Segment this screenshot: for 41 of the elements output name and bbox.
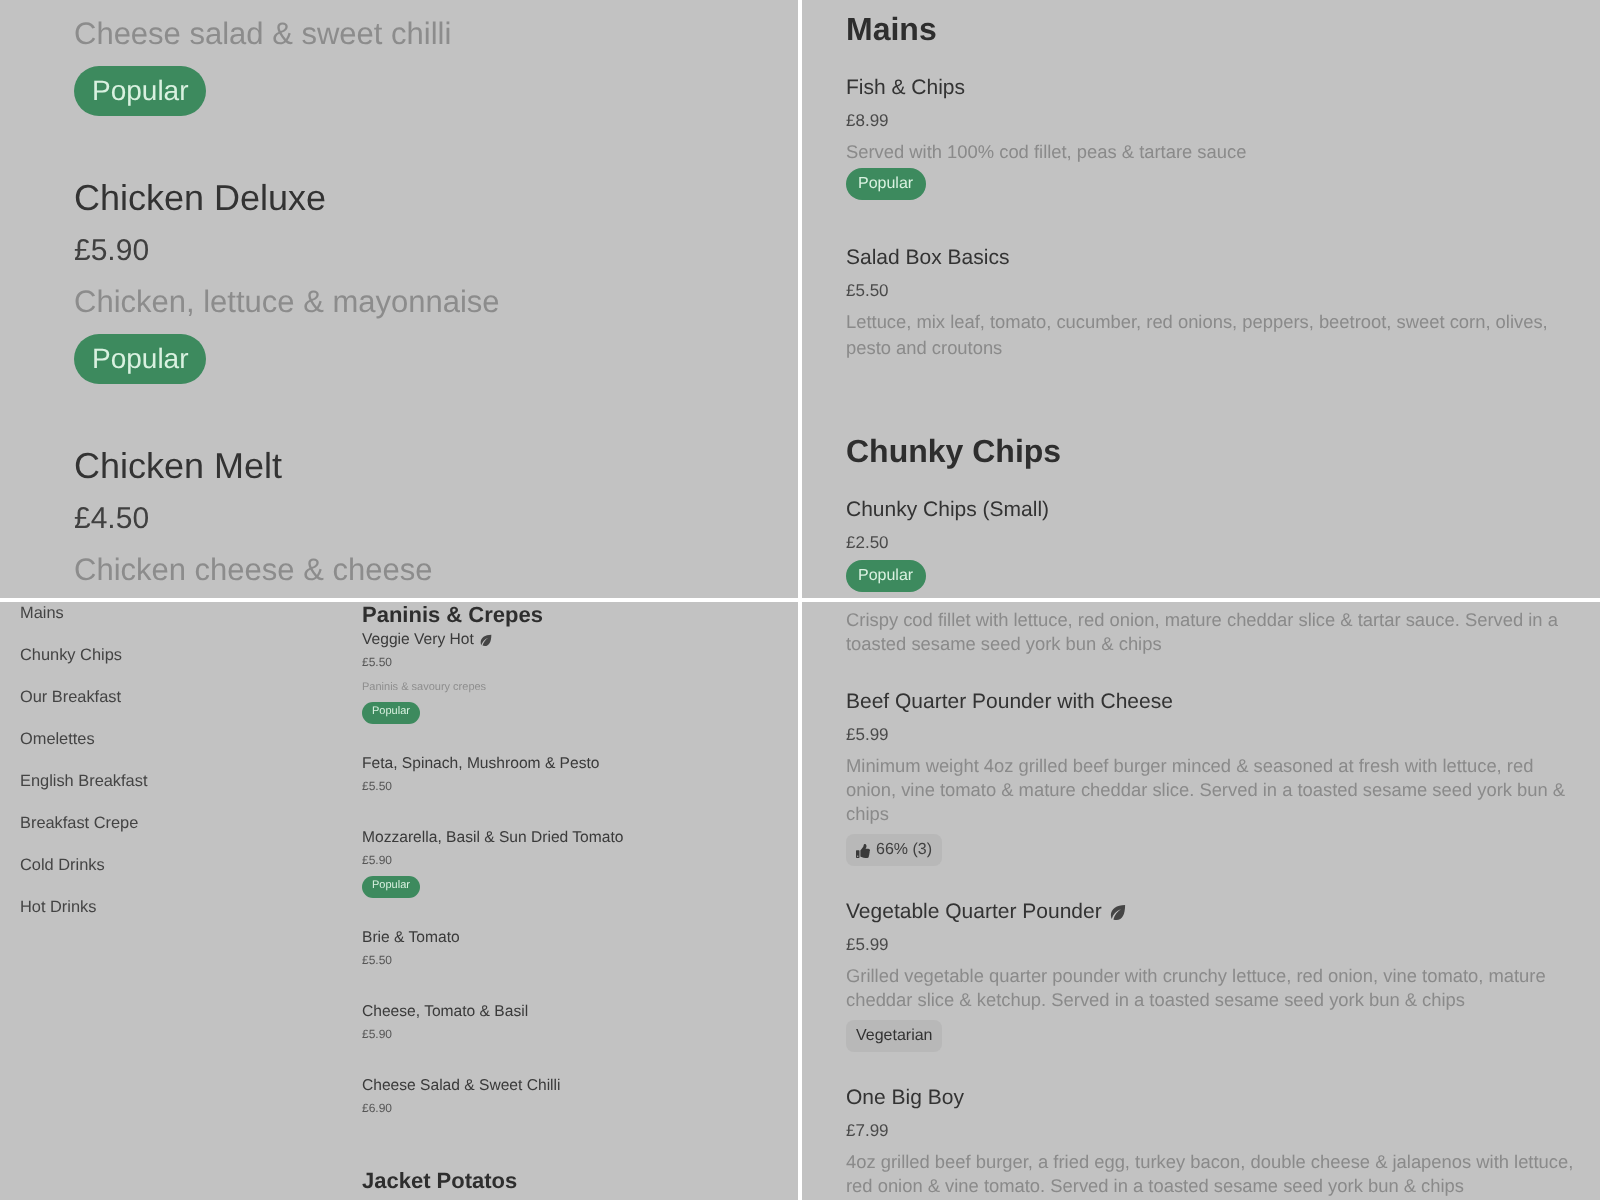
item-name: Chunky Chips (Small) bbox=[846, 496, 1050, 526]
item-price: £7.99 bbox=[846, 1118, 889, 1144]
category-link[interactable]: English Breakfast bbox=[20, 772, 148, 792]
category-link[interactable]: Mains bbox=[20, 604, 64, 624]
popular-badge: Popular bbox=[74, 334, 207, 384]
item-description: Grilled vegetable quarter pounder with crunchy lettuce, red onion, vine tomato, mature cheddar slice & ketchup. Served in a toasted sesame seed york bun & chips bbox=[846, 964, 1548, 1012]
category-link[interactable]: Breakfast Crepe bbox=[20, 814, 139, 834]
item-price: £5.99 bbox=[846, 932, 889, 958]
item-price: £8.99 bbox=[846, 108, 889, 134]
category-link[interactable]: Our Breakfast bbox=[20, 688, 122, 708]
item-price: £5.50 bbox=[846, 278, 889, 304]
item-name: Beef Quarter Pounder with Cheese bbox=[846, 688, 1173, 718]
item-description: Lettuce, mix leaf, tomato, cucumber, red onions, peppers, beetroot, sweet corn, olives, pesto and croutons bbox=[846, 310, 1550, 362]
section-heading: Chunky Chips bbox=[846, 434, 1064, 474]
popular-badge: Popular bbox=[74, 66, 207, 116]
section-heading: Paninis & Crepes bbox=[362, 604, 545, 628]
item-description: 4oz grilled beef burger, a fried egg, turkey bacon, double cheese & jalapenos with lettuce, red onion & vine tomato. Served in a toasted sesame seed york bun & chips bbox=[846, 1150, 1576, 1198]
item-description: Served with 100% cod fillet, peas & tartare sauce bbox=[846, 140, 1247, 166]
item-name: Chicken Melt bbox=[74, 444, 283, 488]
section-heading: Mains bbox=[846, 12, 939, 52]
popular-badge: Popular bbox=[846, 168, 926, 200]
vegetarian-badge: Vegetarian bbox=[846, 1020, 943, 1052]
popular-badge: Popular bbox=[846, 560, 926, 592]
item-name: One Big Boy bbox=[846, 1084, 964, 1114]
category-link[interactable]: Chunky Chips bbox=[20, 646, 122, 666]
item-name: Fish & Chips bbox=[846, 74, 966, 104]
category-link[interactable]: Omelettes bbox=[20, 730, 95, 750]
item-description: Minimum weight 4oz grilled beef burger minced & seasoned at fresh with lettuce, red onion, vine tomato & mature cheddar slice. Served in a toasted sesame seed york bun & chips bbox=[846, 754, 1568, 826]
item-price: £5.90 bbox=[74, 232, 150, 272]
item-description: Crispy cod fillet with lettuce, red onion, mature cheddar slice & tartar sauce. Served in a toasted sesame seed york bun & chips bbox=[846, 608, 1560, 656]
rating-text: 66% (3) bbox=[876, 838, 933, 862]
item-name: Chicken Deluxe bbox=[74, 176, 327, 220]
category-link[interactable]: Cold Drinks bbox=[20, 856, 105, 876]
section-heading: Jacket Potatos bbox=[362, 1170, 520, 1194]
category-link[interactable]: Hot Drinks bbox=[20, 898, 97, 918]
item-name: Salad Box Basics bbox=[846, 244, 1010, 274]
item-price: £2.50 bbox=[846, 530, 889, 556]
item-price: £5.99 bbox=[846, 722, 889, 748]
thumbs-up-icon bbox=[856, 843, 870, 857]
item-name: Vegetable Quarter Pounder bbox=[846, 898, 1102, 928]
item-price: £4.50 bbox=[74, 500, 150, 540]
